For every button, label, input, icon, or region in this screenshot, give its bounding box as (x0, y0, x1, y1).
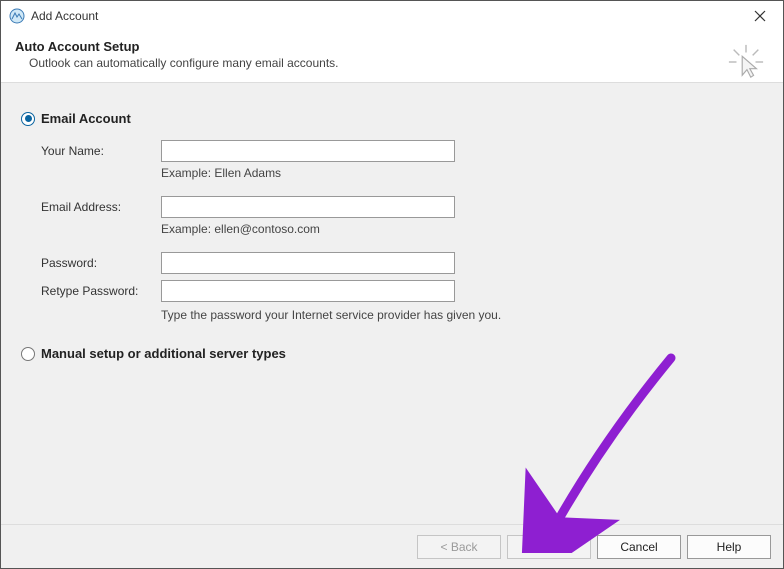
close-button[interactable] (737, 1, 783, 31)
your-name-example: Example: Ellen Adams (161, 166, 281, 180)
wizard-heading: Auto Account Setup (15, 39, 769, 54)
email-label: Email Address: (41, 200, 161, 214)
email-account-label: Email Account (41, 111, 131, 126)
email-account-form: Your Name: Example: Ellen Adams Email Ad… (41, 140, 763, 322)
email-example: Example: ellen@contoso.com (161, 222, 320, 236)
email-input[interactable] (161, 196, 455, 218)
manual-setup-label: Manual setup or additional server types (41, 346, 286, 361)
password-hint: Type the password your Internet service … (161, 308, 763, 322)
wizard-header: Auto Account Setup Outlook can automatic… (1, 31, 783, 83)
retype-password-input[interactable] (161, 280, 455, 302)
arrow-annotation-icon (511, 353, 681, 553)
password-input[interactable] (161, 252, 455, 274)
back-button: < Back (417, 535, 501, 559)
wizard-body: Email Account Your Name: Example: Ellen … (1, 83, 783, 524)
window-title: Add Account (31, 9, 737, 23)
click-cursor-icon (727, 43, 765, 81)
help-button[interactable]: Help (687, 535, 771, 559)
wizard-footer: < Back Next > Cancel Help (1, 524, 783, 568)
outlook-app-icon (9, 8, 25, 24)
add-account-window: Add Account Auto Account Setup Outlook c… (0, 0, 784, 569)
titlebar: Add Account (1, 1, 783, 31)
next-button: Next > (507, 535, 591, 559)
manual-setup-option[interactable]: Manual setup or additional server types (21, 346, 763, 361)
password-label: Password: (41, 256, 161, 270)
close-icon (754, 10, 766, 22)
radio-icon (21, 347, 35, 361)
wizard-subheading: Outlook can automatically configure many… (29, 56, 769, 70)
your-name-input[interactable] (161, 140, 455, 162)
your-name-label: Your Name: (41, 144, 161, 158)
email-account-option[interactable]: Email Account (21, 111, 763, 126)
retype-password-label: Retype Password: (41, 284, 161, 298)
cancel-button[interactable]: Cancel (597, 535, 681, 559)
radio-icon (21, 112, 35, 126)
